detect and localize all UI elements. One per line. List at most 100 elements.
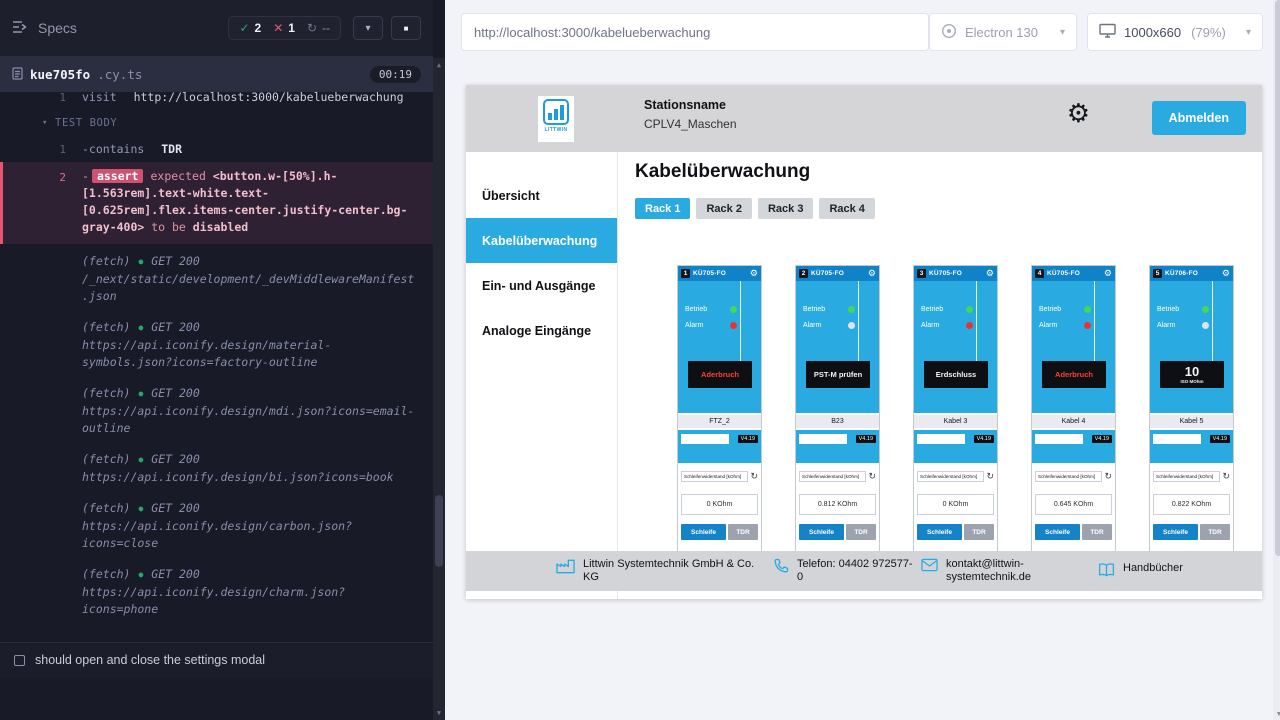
firmware-version: V4.19 <box>738 435 758 443</box>
fetch-log-entry[interactable]: (fetch) ● GET 200 https://api.iconify.de… <box>0 314 433 376</box>
card-body: Betrieb Alarm Aderbruch <box>1032 281 1115 463</box>
app-under-test: LITTWIN Stationsname CPLV4_Maschen ⚙ Abm… <box>466 85 1262 599</box>
version-input-box <box>799 434 847 444</box>
fetch-label: (fetch) <box>82 451 130 468</box>
next-test-title[interactable]: should open and close the settings modal <box>0 642 433 678</box>
fetch-log-entry[interactable]: (fetch) ● GET 200 /_next/static/developm… <box>0 248 433 310</box>
reporter-scrollbar[interactable]: ▲ ▼ <box>433 58 445 720</box>
page-scrollbar[interactable]: ▼ <box>1273 0 1280 720</box>
cable-name: Kabel 5 <box>1150 413 1233 430</box>
schleife-button[interactable]: Schleife <box>917 524 962 540</box>
assert-text-mid: to be <box>144 220 192 234</box>
refresh-icon[interactable]: ↻ <box>868 472 876 481</box>
footer-manuals-link[interactable]: Handbücher <box>1098 562 1183 580</box>
cable-name: Kabel 4 <box>1032 413 1115 430</box>
resistance-value: 0.822 KOhm <box>1153 494 1230 515</box>
refresh-icon[interactable]: ↻ <box>750 472 758 481</box>
resistance-label: Schleifenwiderstand [kOhm] <box>799 471 866 482</box>
firmware-version: V4.19 <box>856 435 876 443</box>
card-settings-gear-icon[interactable]: ⚙ <box>1104 269 1112 278</box>
section-label: TEST BODY <box>55 115 117 132</box>
spec-header[interactable]: kue705fo.cy.ts 00:19 <box>0 57 433 92</box>
scrollbar-thumb[interactable] <box>435 495 443 567</box>
browser-select[interactable]: Electron 130 ▾ <box>929 13 1077 51</box>
status-text: Aderbruch <box>1055 370 1093 379</box>
cross-icon: ✕ <box>273 21 283 35</box>
command-visit[interactable]: 1 visit http://localhost:3000/kabelueber… <box>0 92 433 105</box>
card-settings-gear-icon[interactable]: ⚙ <box>986 269 994 278</box>
card-measurements: Schleifenwiderstand [kOhm] ↻ 0 KOhm Schl… <box>678 463 761 540</box>
url-input[interactable] <box>461 13 929 51</box>
tdr-button[interactable]: TDR <box>1200 524 1230 540</box>
version-input-box <box>681 434 729 444</box>
rack-tab-label: Rack 2 <box>706 203 741 215</box>
specs-button[interactable]: Specs <box>12 20 77 37</box>
card-settings-gear-icon[interactable]: ⚙ <box>1222 269 1230 278</box>
logout-button[interactable]: Abmelden <box>1152 101 1246 135</box>
rack-tab[interactable]: Rack 4 <box>819 198 874 219</box>
schleife-button[interactable]: Schleife <box>681 524 726 540</box>
iso-value: 10 <box>1185 365 1199 378</box>
card-divider <box>976 281 977 361</box>
fetch-log-entry[interactable]: (fetch) ● GET 200 https://api.iconify.de… <box>0 446 433 491</box>
scroll-up-icon[interactable]: ▲ <box>433 61 445 69</box>
scroll-down-icon[interactable]: ▼ <box>433 709 445 717</box>
refresh-icon[interactable]: ↻ <box>1222 472 1230 481</box>
fetch-url: https://api.iconify.design/mdi.json?icon… <box>82 403 421 437</box>
status-display: Erdschluss <box>924 361 988 388</box>
alarm-status-led <box>730 322 737 329</box>
betrieb-indicator: Betrieb <box>685 306 737 313</box>
sidebar-nav-item[interactable]: Ein- und Ausgänge <box>466 263 617 308</box>
command-contains[interactable]: 1 -contains TDR <box>0 139 433 160</box>
app-header: LITTWIN Stationsname CPLV4_Maschen ⚙ Abm… <box>466 85 1262 152</box>
specs-label: Specs <box>38 20 77 36</box>
refresh-icon[interactable]: ↻ <box>986 472 994 481</box>
test-body-section[interactable]: ▾ TEST BODY <box>0 105 433 139</box>
sidebar-nav-item[interactable]: Kabelüberwachung <box>466 218 617 263</box>
scroll-down-icon[interactable]: ▼ <box>1273 711 1280 718</box>
app-main: Kabelüberwachung Rack 1 Rack 2 Rack 3 <box>618 152 1262 599</box>
page-title: Kabelüberwachung <box>635 161 1262 183</box>
settings-gear-icon[interactable]: ⚙ <box>1067 100 1090 126</box>
card-settings-gear-icon[interactable]: ⚙ <box>750 269 758 278</box>
rack-tab-label: Rack 3 <box>768 203 803 215</box>
fetch-log-entry[interactable]: (fetch) ● GET 200 https://api.iconify.de… <box>0 380 433 442</box>
card-header: 3 KÜ705-FO ⚙ <box>914 266 997 281</box>
viewport-select[interactable]: 1000x660 (79%) ▾ <box>1087 13 1263 51</box>
command-assert-failed[interactable]: 2 -assertexpected <button.w-[50%].h-[1.5… <box>0 162 433 244</box>
assert-expected: disabled <box>193 220 248 234</box>
stop-tests-button[interactable]: ■ <box>391 16 421 40</box>
sidebar-nav-item[interactable]: Übersicht <box>466 173 617 218</box>
rack-tab[interactable]: Rack 3 <box>758 198 813 219</box>
tdr-button[interactable]: TDR <box>964 524 994 540</box>
device-model-label: KÜ705-FO <box>929 270 983 277</box>
betrieb-indicator: Betrieb <box>1157 306 1209 313</box>
fetch-log-entry[interactable]: (fetch) ● GET 200 https://api.iconify.de… <box>0 495 433 557</box>
failed-stat[interactable]: ✕ 1 <box>273 21 295 35</box>
spec-timer: 00:19 <box>370 66 421 83</box>
rack-tab[interactable]: Rack 1 <box>635 198 690 219</box>
rack-tab[interactable]: Rack 2 <box>696 198 751 219</box>
test-stats: ✓ 2 ✕ 1 ↻ -- <box>228 16 341 40</box>
passed-stat[interactable]: ✓ 2 <box>239 21 261 35</box>
tdr-button[interactable]: TDR <box>1082 524 1112 540</box>
tdr-button[interactable]: TDR <box>846 524 876 540</box>
schleife-button[interactable]: Schleife <box>799 524 844 540</box>
tdr-button[interactable]: TDR <box>728 524 758 540</box>
assert-message: -assertexpected <button.w-[50%].h-[1.563… <box>82 168 419 236</box>
fetch-log-entry[interactable]: (fetch) ● GET 200 https://api.iconify.de… <box>0 561 433 623</box>
card-settings-gear-icon[interactable]: ⚙ <box>868 269 876 278</box>
email-icon <box>921 558 938 575</box>
reporter-spacer <box>0 678 433 720</box>
schleife-button[interactable]: Schleife <box>1153 524 1198 540</box>
schleife-button[interactable]: Schleife <box>1035 524 1080 540</box>
scrollbar-thumb[interactable] <box>1275 0 1280 556</box>
refresh-icon[interactable]: ↻ <box>1104 472 1112 481</box>
passed-count: 2 <box>255 21 262 35</box>
collapse-reporter-button[interactable]: ▾ <box>353 16 383 40</box>
footer-email: kontakt@littwin-systemtechnik.de <box>921 558 1058 584</box>
pending-stat[interactable]: ↻ -- <box>307 21 330 35</box>
sidebar-nav-item[interactable]: Analoge Eingänge <box>466 308 617 353</box>
device-card: 3 KÜ705-FO ⚙ Betrieb <box>913 265 998 565</box>
next-test-label: should open and close the settings modal <box>35 653 265 667</box>
